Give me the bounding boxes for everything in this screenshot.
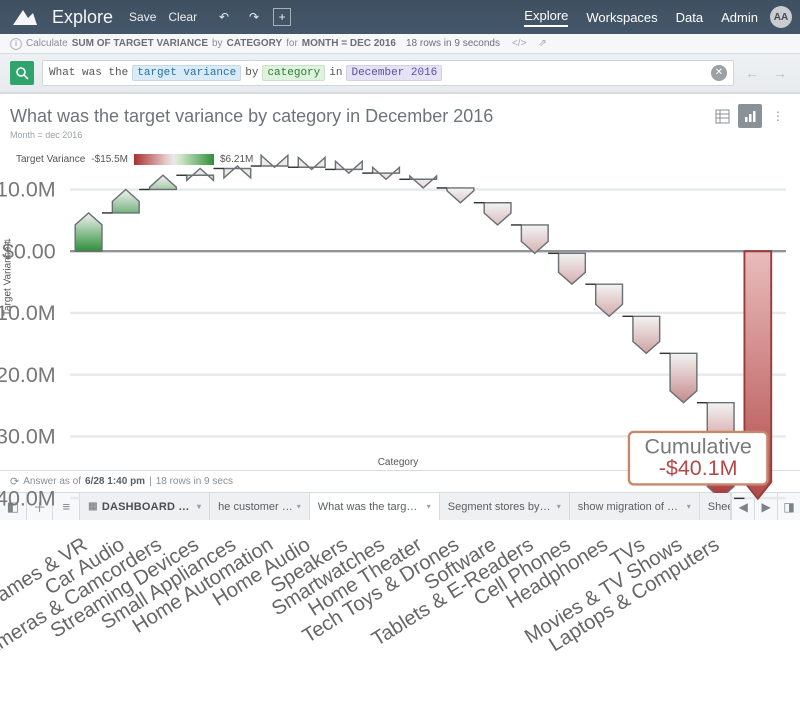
history-back-icon[interactable]: ← — [742, 63, 762, 83]
code-icon[interactable]: </> — [512, 38, 526, 49]
waterfall-bar[interactable] — [410, 176, 437, 188]
clear-button[interactable]: Clear — [168, 10, 197, 24]
nav-item-workspaces[interactable]: Workspaces — [586, 10, 657, 25]
tab-label: Segment stores by s… — [448, 501, 553, 513]
search-text: What was the — [49, 67, 128, 79]
formula-prefix: Calculate — [26, 38, 68, 49]
waterfall-bar[interactable] — [596, 284, 623, 316]
search-text: by — [245, 67, 258, 79]
more-options-icon[interactable]: ⋮ — [766, 104, 790, 128]
sheet-tab[interactable]: Sheet 1▾ — [700, 493, 731, 520]
bottom-tab-bar: ◧ ＋ ≡ ▦DASHBOARD VIEW▾he customer …▾What… — [0, 492, 800, 520]
tab-label: show migration of s… — [578, 501, 683, 513]
color-legend: Target Variance -$15.5M $6.21M — [16, 154, 790, 165]
svg-text:$10.0M: $10.0M — [0, 178, 56, 202]
tab-label: DASHBOARD VIEW — [102, 501, 193, 513]
table-view-icon[interactable] — [710, 104, 734, 128]
legend-gradient — [134, 154, 214, 165]
add-sheet-icon[interactable]: + — [273, 8, 291, 26]
nav-sections: Explore Workspaces Data Admin — [524, 8, 758, 27]
svg-text:-$40.1M: -$40.1M — [659, 456, 738, 480]
tab-label: What was the target… — [318, 501, 423, 513]
svg-text:-$10.0M: -$10.0M — [0, 301, 56, 325]
waterfall-bar[interactable] — [447, 188, 474, 203]
svg-text:-$20.0M: -$20.0M — [0, 363, 56, 387]
dashboard-icon: ▦ — [88, 501, 98, 512]
sheet-tab[interactable]: show migration of s… ▾ — [570, 493, 700, 520]
legend-max: $6.21M — [220, 154, 253, 165]
waterfall-bar[interactable] — [224, 166, 251, 178]
waterfall-bar[interactable] — [75, 213, 102, 251]
title-row: What was the target variance by category… — [0, 94, 800, 130]
chevron-down-icon[interactable]: ▾ — [427, 502, 431, 511]
svg-text:-$30.0M: -$30.0M — [0, 425, 56, 449]
waterfall-bar[interactable] — [112, 189, 139, 212]
formula-stats: 18 rows in 9 seconds — [406, 38, 500, 49]
chip-filter[interactable]: December 2016 — [346, 65, 442, 81]
waterfall-chart[interactable]: Target Variance⇅ $10.0M$0.00-$10.0M-$20.… — [10, 171, 790, 461]
svg-text:-$40.0M: -$40.0M — [0, 486, 56, 510]
redo-icon[interactable]: ↷ — [243, 6, 265, 28]
filter-subtitle: Month = dec 2016 — [0, 130, 800, 146]
chart-plot[interactable]: $10.0M$0.00-$10.0M-$20.0M-$30.0M-$40.0MC… — [70, 171, 786, 701]
clear-search-icon[interactable]: ✕ — [711, 65, 727, 81]
chart-area: Target Variance -$15.5M $6.21M Target Va… — [0, 146, 800, 470]
tab-label: he customer … — [218, 501, 293, 513]
app-logo[interactable] — [8, 5, 42, 29]
page-title: What was the target variance by category… — [10, 106, 706, 127]
formula-dimension: CATEGORY — [227, 38, 283, 49]
nav-item-explore[interactable]: Explore — [524, 8, 568, 27]
search-input[interactable]: What was the target variance by category… — [42, 60, 734, 86]
formula-measure: SUM OF TARGET VARIANCE — [72, 38, 208, 49]
search-button[interactable] — [10, 61, 34, 85]
svg-text:$0.00: $0.00 — [2, 239, 56, 263]
waterfall-bar[interactable] — [373, 167, 400, 179]
top-nav: Explore Save Clear ↶ ↷ + Explore Workspac… — [0, 0, 800, 34]
chevron-down-icon[interactable]: ▾ — [297, 502, 301, 511]
sheet-tab[interactable]: What was the target… ▾ — [310, 493, 440, 520]
formula-bar: i Calculate SUM OF TARGET VARIANCE by CA… — [0, 34, 800, 54]
waterfall-bar[interactable] — [484, 203, 511, 225]
share-icon[interactable]: ⇗ — [538, 38, 546, 49]
save-button[interactable]: Save — [129, 10, 156, 24]
sheet-tab[interactable]: ▦ DASHBOARD VIEW ▾ — [80, 493, 210, 520]
waterfall-bar[interactable] — [633, 316, 660, 353]
nav-item-admin[interactable]: Admin — [721, 10, 758, 25]
chevron-down-icon[interactable]: ▾ — [557, 502, 561, 511]
waterfall-bar[interactable] — [670, 353, 697, 402]
waterfall-bar[interactable] — [187, 168, 214, 180]
user-avatar[interactable]: AA — [770, 6, 792, 28]
waterfall-bar[interactable] — [521, 225, 548, 253]
formula-filter: MONTH = DEC 2016 — [302, 38, 396, 49]
svg-text:Cumulative: Cumulative — [644, 434, 751, 458]
waterfall-bar[interactable] — [559, 253, 586, 284]
tab-label: Sheet 1 — [708, 501, 731, 513]
sheet-tab[interactable]: Segment stores by s… ▾ — [440, 493, 570, 520]
chip-dimension[interactable]: category — [262, 65, 325, 81]
nav-left-actions: Save Clear — [129, 10, 197, 24]
search-row: What was the target variance by category… — [0, 54, 800, 94]
nav-item-data[interactable]: Data — [676, 10, 703, 25]
waterfall-bar[interactable] — [150, 175, 177, 189]
chevron-down-icon[interactable]: ▾ — [197, 502, 201, 511]
tab-strip: ▦DASHBOARD VIEW▾he customer …▾What was t… — [80, 493, 730, 520]
legend-min: -$15.5M — [91, 154, 128, 165]
formula-by: by — [212, 38, 223, 49]
info-icon[interactable]: i — [10, 38, 22, 50]
formula-for: for — [286, 38, 298, 49]
chart-view-icon[interactable] — [738, 104, 762, 128]
undo-icon[interactable]: ↶ — [213, 6, 235, 28]
nav-tool-icons: ↶ ↷ + — [213, 6, 291, 28]
chip-measure[interactable]: target variance — [132, 65, 241, 81]
workspace-title: Explore — [52, 7, 113, 28]
legend-label: Target Variance — [16, 154, 85, 165]
history-forward-icon[interactable]: → — [770, 63, 790, 83]
search-text: in — [329, 67, 342, 79]
sheet-tab[interactable]: he customer … ▾ — [210, 493, 310, 520]
chevron-down-icon[interactable]: ▾ — [687, 502, 691, 511]
